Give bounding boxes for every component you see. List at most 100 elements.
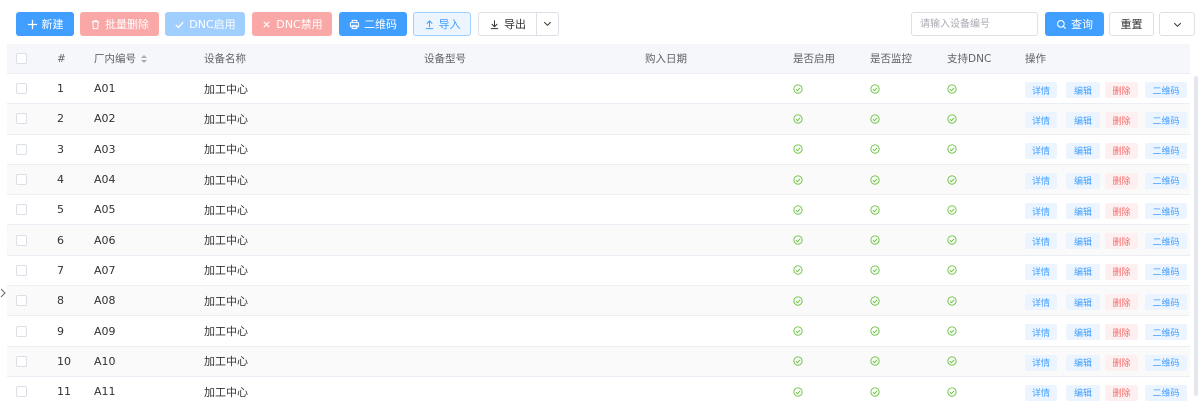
- edit-button[interactable]: 编辑: [1066, 233, 1100, 250]
- dnc-enable-button[interactable]: DNC启用: [165, 12, 245, 36]
- detail-button[interactable]: 详情: [1025, 82, 1057, 98]
- search-input[interactable]: [911, 12, 1038, 36]
- detail-button[interactable]: 详情: [1025, 324, 1057, 341]
- row-code: A10: [94, 354, 116, 368]
- row-qrcode-button[interactable]: 二维码: [1145, 233, 1187, 250]
- reset-button[interactable]: 重置: [1109, 12, 1154, 36]
- table-row[interactable]: 3 A03 加工中心 详情 编辑 删除 二维码: [7, 135, 1190, 165]
- batch-delete-button[interactable]: 批量删除: [80, 12, 159, 36]
- row-checkbox[interactable]: [16, 295, 27, 307]
- edit-button[interactable]: 编辑: [1066, 384, 1100, 401]
- sort-icon[interactable]: [141, 54, 147, 63]
- row-select-cell: [16, 316, 27, 345]
- edit-button[interactable]: 编辑: [1066, 112, 1100, 129]
- table-row[interactable]: 7 A07 加工中心 详情 编辑 删除 二维码: [7, 256, 1190, 287]
- dnc-check-icon: [947, 104, 957, 133]
- delete-button[interactable]: 删除: [1105, 233, 1138, 250]
- select-all-checkbox[interactable]: [16, 53, 27, 64]
- delete-button[interactable]: 删除: [1105, 384, 1138, 401]
- row-checkbox[interactable]: [16, 113, 27, 125]
- row-checkbox[interactable]: [16, 386, 27, 398]
- delete-button[interactable]: 删除: [1105, 172, 1138, 189]
- row-qrcode-button[interactable]: 二维码: [1145, 142, 1187, 159]
- more-button[interactable]: [1159, 12, 1195, 36]
- header-code[interactable]: 厂内编号: [94, 44, 147, 73]
- monitor-check-icon: [870, 104, 880, 133]
- delete-button[interactable]: 删除: [1105, 203, 1138, 220]
- table-row[interactable]: 9 A09 加工中心 详情 编辑 删除 二维码: [7, 316, 1190, 347]
- delete-button[interactable]: 删除: [1105, 112, 1138, 129]
- edit-button[interactable]: 编辑: [1066, 354, 1100, 371]
- row-qrcode-button[interactable]: 二维码: [1145, 324, 1187, 341]
- row-checkbox[interactable]: [16, 325, 27, 337]
- row-checkbox[interactable]: [16, 355, 27, 367]
- table-body: 1 A01 加工中心 详情 编辑 删除 二维码 2 A02 加工中心 详情 编辑 删除 二维码 3 A03 加工…: [7, 74, 1190, 403]
- chevron-down-icon: [1173, 22, 1181, 27]
- table-row[interactable]: 10 A10 加工中心 详情 编辑 删除 二维码: [7, 346, 1190, 377]
- row-qrcode-button[interactable]: 二维码: [1145, 82, 1187, 98]
- row-checkbox[interactable]: [16, 143, 27, 155]
- row-qrcode-button[interactable]: 二维码: [1145, 354, 1187, 371]
- row-qrcode-button[interactable]: 二维码: [1145, 263, 1187, 280]
- table-row[interactable]: 11 A11 加工中心 详情 编辑 删除 二维码: [7, 377, 1190, 403]
- table-row[interactable]: 8 A08 加工中心 详情 编辑 删除 二维码: [7, 286, 1190, 317]
- row-qrcode-button[interactable]: 二维码: [1145, 203, 1187, 220]
- detail-button[interactable]: 详情: [1025, 203, 1057, 220]
- import-button[interactable]: 导入: [413, 12, 471, 36]
- delete-button[interactable]: 删除: [1105, 324, 1138, 341]
- delete-button[interactable]: 删除: [1105, 263, 1138, 280]
- edit-button[interactable]: 编辑: [1066, 82, 1100, 98]
- enabled-check-icon: [793, 195, 803, 224]
- table-row[interactable]: 5 A05 加工中心 详情 编辑 删除 二维码: [7, 195, 1190, 226]
- detail-button[interactable]: 详情: [1025, 354, 1057, 371]
- edit-button[interactable]: 编辑: [1066, 294, 1100, 311]
- edit-button[interactable]: 编辑: [1066, 203, 1100, 220]
- detail-button[interactable]: 详情: [1025, 172, 1057, 189]
- table-row[interactable]: 2 A02 加工中心 详情 编辑 删除 二维码: [7, 104, 1190, 135]
- edit-button[interactable]: 编辑: [1066, 324, 1100, 341]
- enabled-check-icon: [793, 74, 803, 103]
- table-scrollbar[interactable]: [1194, 76, 1198, 396]
- header-date: 购入日期: [645, 53, 687, 65]
- dnc-disable-button[interactable]: DNC禁用: [252, 12, 332, 36]
- row-num: 2: [57, 112, 64, 126]
- table-row[interactable]: 6 A06 加工中心 详情 编辑 删除 二维码: [7, 225, 1190, 256]
- new-button[interactable]: 新建: [16, 12, 74, 36]
- row-qrcode-button[interactable]: 二维码: [1145, 294, 1187, 311]
- row-select-cell: [16, 225, 27, 254]
- chevron-down-icon[interactable]: [542, 18, 553, 29]
- table-row[interactable]: 1 A01 加工中心 详情 编辑 删除 二维码: [7, 74, 1190, 105]
- row-select-cell: [16, 135, 27, 164]
- export-button[interactable]: 导出: [478, 12, 559, 36]
- trash-icon: [91, 19, 100, 29]
- chevron-right-icon[interactable]: [0, 288, 6, 298]
- table-row[interactable]: 4 A04 加工中心 详情 编辑 删除 二维码: [7, 164, 1190, 196]
- edit-button[interactable]: 编辑: [1066, 172, 1100, 189]
- detail-button[interactable]: 详情: [1025, 263, 1057, 280]
- row-checkbox[interactable]: [16, 83, 27, 95]
- reset-button-label: 重置: [1120, 18, 1143, 31]
- delete-button[interactable]: 删除: [1105, 294, 1138, 311]
- delete-button[interactable]: 删除: [1105, 142, 1138, 159]
- detail-button[interactable]: 详情: [1025, 142, 1057, 159]
- row-checkbox[interactable]: [16, 204, 27, 216]
- row-qrcode-button[interactable]: 二维码: [1145, 384, 1187, 401]
- monitor-check-icon: [870, 135, 880, 164]
- delete-button[interactable]: 删除: [1105, 82, 1138, 98]
- row-qrcode-button[interactable]: 二维码: [1145, 112, 1187, 129]
- edit-button[interactable]: 编辑: [1066, 142, 1100, 159]
- detail-button[interactable]: 详情: [1025, 294, 1057, 311]
- detail-button[interactable]: 详情: [1025, 233, 1057, 250]
- qrcode-button[interactable]: 二维码: [339, 12, 407, 36]
- detail-button[interactable]: 详情: [1025, 112, 1057, 129]
- row-checkbox[interactable]: [16, 234, 27, 246]
- row-checkbox[interactable]: [16, 264, 27, 276]
- dnc-check-icon: [947, 135, 957, 164]
- dnc-check-icon: [947, 377, 957, 403]
- row-qrcode-button[interactable]: 二维码: [1145, 172, 1187, 189]
- detail-button[interactable]: 详情: [1025, 384, 1057, 401]
- edit-button[interactable]: 编辑: [1066, 263, 1100, 280]
- row-checkbox[interactable]: [16, 174, 27, 186]
- query-button[interactable]: 查询: [1045, 12, 1104, 36]
- delete-button[interactable]: 删除: [1105, 354, 1138, 371]
